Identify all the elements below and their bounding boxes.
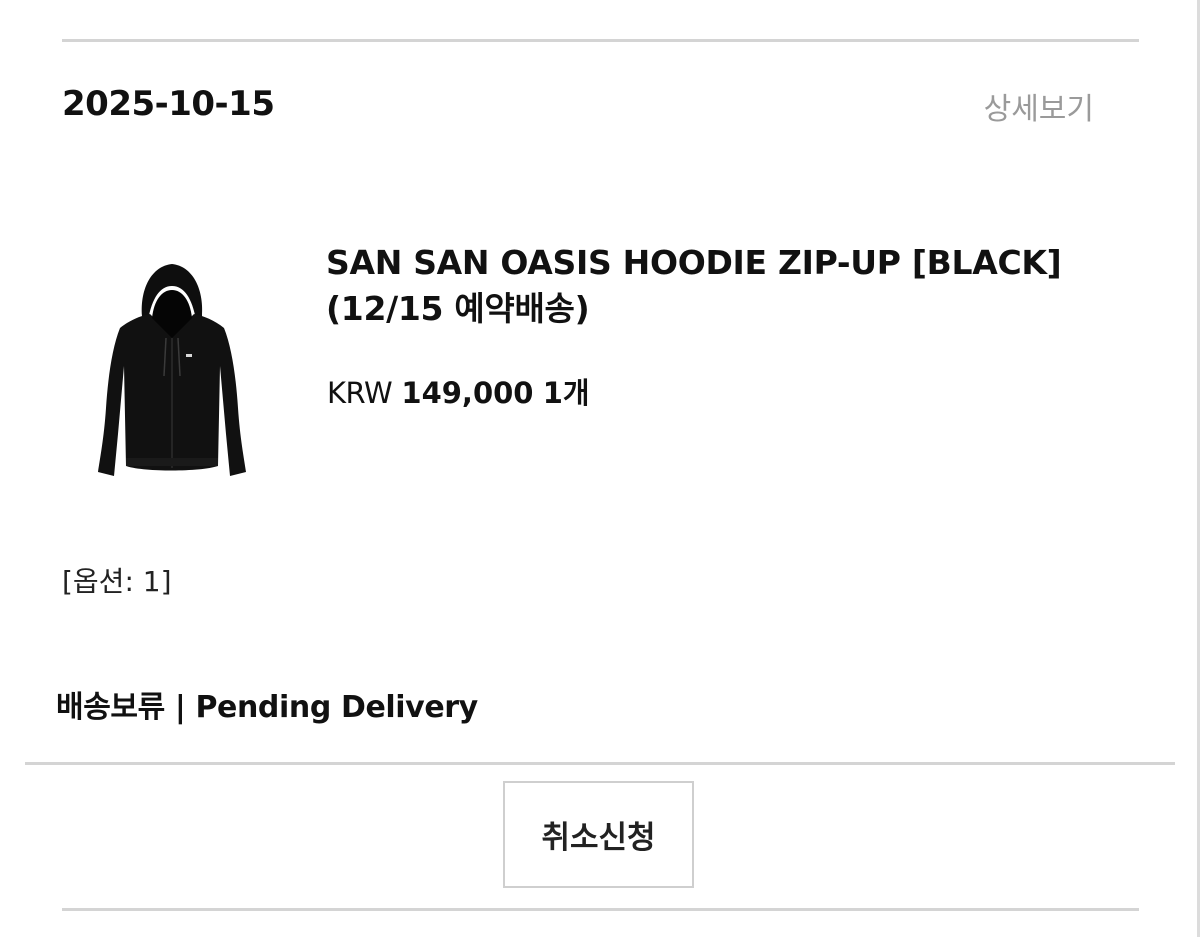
- bottom-divider: [62, 908, 1139, 911]
- product-option: [옵션: 1]: [62, 565, 172, 598]
- price-currency: KRW: [327, 376, 393, 410]
- product-name-line2: (12/15 예약배송): [326, 289, 590, 328]
- price-amount: 149,000: [401, 376, 534, 410]
- product-quantity: 1개: [542, 376, 590, 410]
- hoodie-icon: [98, 264, 246, 476]
- price-line: KRW 149,000 1개: [327, 370, 590, 412]
- view-details-link[interactable]: 상세보기: [984, 84, 1094, 128]
- cancel-request-button[interactable]: 취소신청: [503, 781, 694, 888]
- product-name-line1: SAN SAN OASIS HOODIE ZIP-UP [BLACK]: [326, 243, 1062, 282]
- delivery-status: 배송보류 | Pending Delivery: [56, 690, 478, 725]
- top-divider: [62, 39, 1139, 42]
- product-name[interactable]: SAN SAN OASIS HOODIE ZIP-UP [BLACK] (12/…: [326, 240, 1126, 332]
- order-date: 2025-10-15: [62, 84, 275, 124]
- product-image[interactable]: [80, 258, 260, 488]
- middle-divider: [25, 762, 1175, 765]
